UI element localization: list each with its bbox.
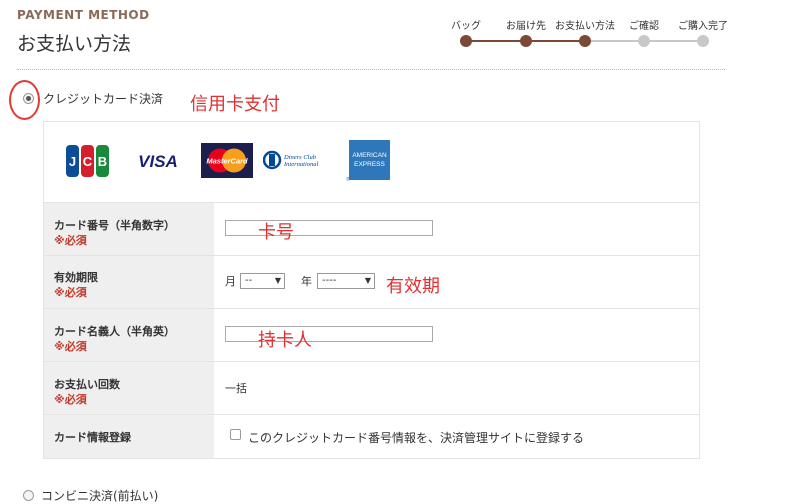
register-card-checkbox-label[interactable]: このクレジットカード番号情報を、決済管理サイトに登録する (248, 429, 584, 446)
card-holder-input[interactable] (225, 326, 433, 342)
highlight-circle (9, 80, 40, 120)
step-label-confirm: ご確認 (629, 21, 659, 32)
expiry-month-label: 月 (225, 275, 236, 288)
diners-logo: Diners Club International (262, 150, 331, 170)
step-dot-payment (579, 35, 591, 47)
card-holder-annotation: 持卡人 (258, 330, 312, 351)
svg-text:Diners Club: Diners Club (283, 154, 317, 161)
expiry-required: ※必須 (54, 286, 87, 299)
step-label-bag: バッグ (451, 21, 481, 32)
installments-required: ※必須 (54, 393, 87, 406)
card-number-annotation: 卡号 (258, 222, 294, 243)
visa-logo: VISA (134, 151, 182, 171)
svg-text:MasterCard: MasterCard (206, 157, 248, 166)
step-label-shipping: お届け先 (506, 21, 546, 32)
step-dot-bag (460, 35, 472, 47)
svg-text:EXPRESS: EXPRESS (354, 161, 385, 168)
card-holder-label: カード名義人（半角英） (54, 325, 175, 338)
register-card-checkbox[interactable] (230, 429, 241, 440)
step-label-payment: お支払い方法 (555, 21, 615, 32)
card-number-input[interactable] (225, 220, 433, 236)
installments-label: お支払い回数 (54, 378, 120, 391)
svg-text:C: C (83, 154, 93, 169)
installments-value: 一括 (225, 382, 247, 395)
chevron-down-icon: ▼ (274, 276, 281, 285)
step-dot-complete (697, 35, 709, 47)
expiry-label: 有効期限 (54, 271, 98, 284)
expiry-month-value: -- (245, 275, 253, 286)
expiry-annotation: 有效期 (386, 276, 440, 297)
amex-logo: AMERICAN EXPRESS ® (345, 140, 390, 183)
convenience-store-radio[interactable] (23, 490, 34, 501)
credit-card-annotation: 信用卡支付 (190, 94, 280, 115)
page-title: お支払い方法 (17, 33, 132, 55)
svg-text:B: B (98, 154, 107, 169)
card-number-required: ※必須 (54, 234, 87, 247)
expiry-year-value: ---- (322, 275, 337, 286)
svg-text:International: International (283, 161, 318, 168)
card-number-label: カード番号（半角数字） (54, 219, 175, 232)
svg-text:®: ® (346, 176, 350, 182)
step-label-complete: ご購入完了 (678, 21, 728, 32)
credit-card-option-label[interactable]: クレジットカード決済 (43, 90, 163, 107)
step-dot-confirm (638, 35, 650, 47)
convenience-store-option-label[interactable]: コンビニ決済(前払い) (41, 487, 158, 504)
mastercard-logo: MasterCard (201, 143, 253, 178)
header-divider (17, 69, 725, 70)
expiry-month-select[interactable]: -- ▼ (240, 273, 285, 289)
jcb-logo: J C B (66, 145, 109, 177)
register-label: カード情報登録 (54, 431, 131, 444)
step-dot-shipping (520, 35, 532, 47)
svg-text:J: J (69, 154, 76, 169)
card-holder-required: ※必須 (54, 340, 87, 353)
chevron-down-icon: ▼ (364, 276, 371, 285)
expiry-year-label: 年 (301, 275, 312, 288)
expiry-year-select[interactable]: ---- ▼ (317, 273, 375, 289)
svg-text:AMERICAN: AMERICAN (352, 152, 387, 159)
svg-text:VISA: VISA (138, 152, 178, 171)
section-label: PAYMENT METHOD (17, 8, 150, 22)
